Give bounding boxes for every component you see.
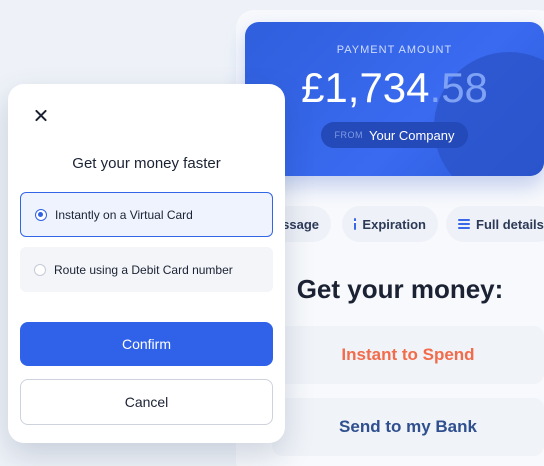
amount-cents: .58 [429, 64, 488, 111]
option-label: Instantly on a Virtual Card [55, 207, 193, 222]
payment-amount-card: PAYMENT AMOUNT £1,734.58 FROM Your Compa… [245, 22, 544, 176]
radio-selected-icon[interactable] [35, 208, 47, 221]
expiration-chip-label: Expiration [362, 216, 426, 232]
radio-unselected-icon[interactable] [34, 263, 46, 276]
modal-title: Get your money faster [72, 155, 221, 172]
company-name: Your Company [368, 127, 455, 143]
cancel-button[interactable]: Cancel [20, 379, 273, 425]
confirm-button[interactable]: Confirm [20, 322, 273, 366]
option-virtual-card[interactable]: Instantly on a Virtual Card [20, 192, 273, 237]
payout-method-modal: Get your money faster Instantly on a Vir… [8, 84, 285, 443]
full-details-chip-label: Full details [476, 216, 544, 232]
expiration-chip[interactable]: Expiration [342, 206, 438, 242]
list-icon [458, 219, 470, 229]
option-debit-card[interactable]: Route using a Debit Card number [20, 247, 273, 292]
payment-amount: £1,734.58 [245, 64, 544, 112]
page-title: Get your money: [296, 274, 504, 304]
from-label: FROM [334, 130, 363, 140]
option-label: Route using a Debit Card number [54, 262, 233, 277]
full-details-chip[interactable]: Full details [446, 206, 544, 242]
from-pill: FROM Your Company [321, 122, 468, 148]
send-to-bank-button[interactable]: Send to my Bank [272, 398, 544, 456]
close-icon[interactable] [32, 107, 50, 125]
calendar-icon [354, 218, 357, 230]
amount-main: £1,734 [301, 64, 430, 111]
instant-to-spend-button[interactable]: Instant to Spend [272, 326, 544, 384]
payment-amount-label: PAYMENT AMOUNT [336, 44, 453, 56]
